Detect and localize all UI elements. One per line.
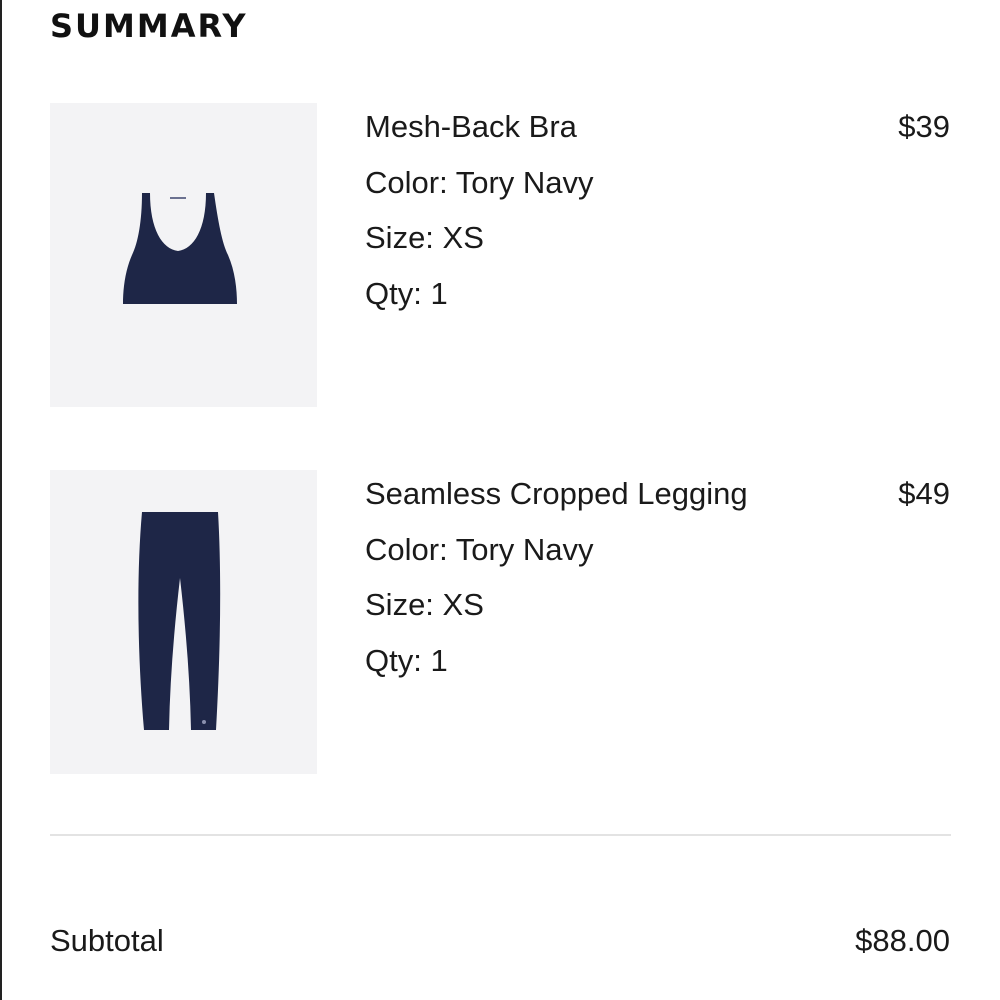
subtotal-label: Subtotal	[50, 923, 164, 958]
order-item[interactable]: Mesh-Back Bra Color: Tory Navy Size: XS …	[50, 103, 950, 407]
item-details: Mesh-Back Bra Color: Tory Navy Size: XS …	[365, 99, 835, 321]
item-qty: Qty: 1	[365, 275, 448, 311]
item-details: Seamless Cropped Legging Color: Tory Nav…	[365, 466, 835, 688]
order-item[interactable]: Seamless Cropped Legging Color: Tory Nav…	[50, 470, 950, 774]
item-price: $39	[898, 109, 950, 144]
subtotal-value: $88.00	[855, 923, 950, 958]
product-image[interactable]	[50, 103, 317, 407]
item-size: Size: XS	[365, 220, 484, 255]
left-edge-rule	[0, 0, 2, 1000]
item-size: Size: XS	[365, 587, 484, 622]
summary-divider	[50, 834, 951, 836]
item-color: Color: Tory Navy	[365, 531, 594, 567]
item-color: Color: Tory Navy	[365, 164, 594, 200]
item-name[interactable]: Mesh-Back Bra	[365, 99, 835, 155]
leggings-icon	[138, 512, 221, 730]
summary-title: SUMMARY	[50, 7, 248, 45]
item-price: $49	[898, 476, 950, 511]
item-name[interactable]: Seamless Cropped Legging	[365, 466, 835, 522]
item-qty: Qty: 1	[365, 642, 448, 678]
product-image[interactable]	[50, 470, 317, 774]
sports-bra-icon	[123, 193, 237, 304]
